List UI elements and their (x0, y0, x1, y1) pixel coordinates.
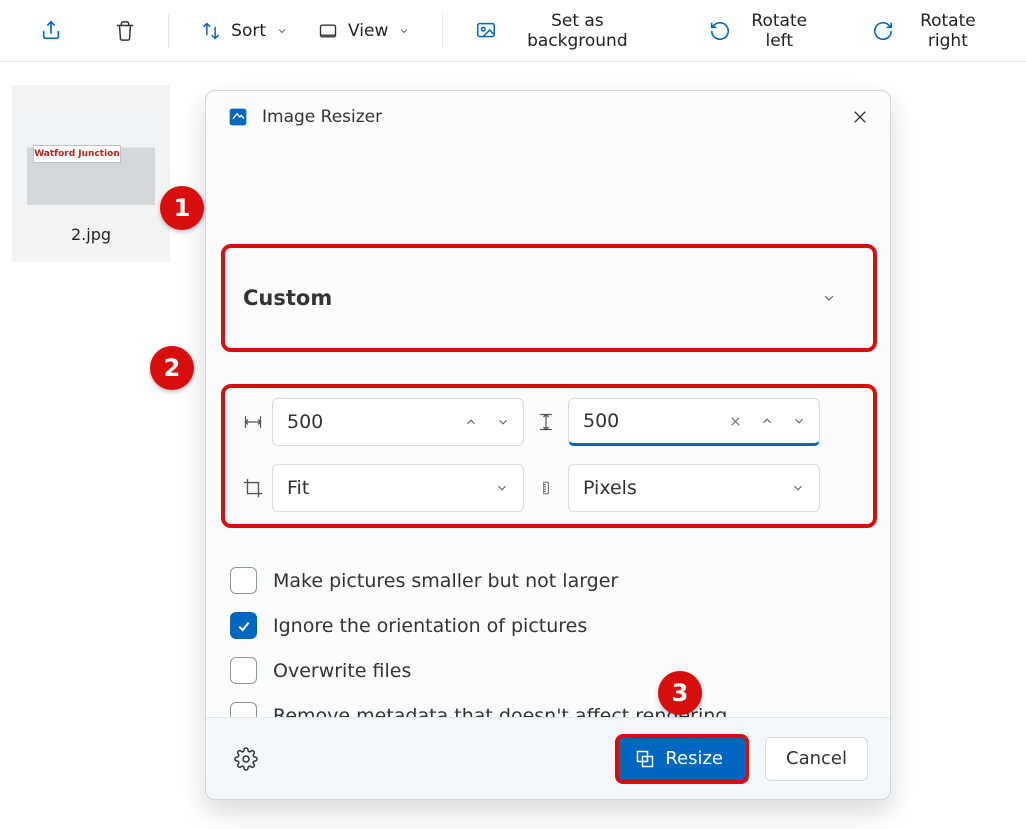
width-decrement[interactable] (487, 406, 519, 438)
chevron-down-icon (276, 25, 288, 37)
set-background-button[interactable]: Set as background (463, 5, 659, 57)
annotation-badge-2: 2 (150, 346, 194, 390)
chevron-down-icon (398, 25, 410, 37)
options-checklist: Make pictures smaller but not larger Ign… (230, 567, 866, 729)
thumbnail-area: Watford Junction 2.jpg (12, 85, 170, 262)
preset-dropdown[interactable]: Custom (241, 259, 855, 337)
fit-select[interactable]: Fit (272, 464, 524, 512)
cancel-button[interactable]: Cancel (765, 737, 868, 781)
option-overwrite[interactable]: Overwrite files (230, 657, 866, 684)
width-icon (234, 412, 272, 432)
rotate-right-icon (872, 20, 894, 42)
height-input[interactable]: 500 (568, 398, 820, 446)
delete-icon[interactable] (102, 14, 148, 48)
sort-label: Sort (231, 21, 266, 41)
view-icon (318, 21, 338, 41)
resize-button[interactable]: Resize (615, 734, 749, 784)
checkbox-overwrite[interactable] (230, 657, 257, 684)
option-overwrite-label: Overwrite files (273, 660, 411, 682)
dialog-title: Image Resizer (262, 107, 382, 127)
option-smaller-label: Make pictures smaller but not larger (273, 570, 618, 592)
image-thumbnail[interactable]: Watford Junction 2.jpg (12, 85, 170, 262)
view-label: View (348, 21, 388, 41)
option-orientation[interactable]: Ignore the orientation of pictures (230, 612, 866, 639)
width-value: 500 (287, 411, 455, 433)
crop-icon (234, 477, 272, 499)
fit-unit-row: Fit Pixels (234, 464, 870, 512)
cancel-label: Cancel (786, 748, 847, 769)
settings-button[interactable] (228, 741, 264, 777)
dialog-titlebar: Image Resizer (206, 91, 890, 143)
image-resizer-dialog: Image Resizer Custom 500 500 (205, 90, 891, 800)
app-icon (228, 107, 248, 127)
sort-icon (201, 21, 221, 41)
rotate-right-button[interactable]: Rotate right (860, 5, 1004, 57)
width-input[interactable]: 500 (272, 398, 524, 446)
option-orientation-label: Ignore the orientation of pictures (273, 615, 587, 637)
height-value: 500 (583, 410, 719, 432)
toolbar-divider (442, 14, 443, 48)
toolbar-divider (168, 14, 169, 48)
annotation-badge-1: 1 (160, 186, 204, 230)
chevron-down-icon (791, 481, 805, 495)
preset-label: Custom (243, 286, 332, 310)
height-increment[interactable] (751, 405, 783, 437)
width-increment[interactable] (455, 406, 487, 438)
ruler-icon (524, 476, 568, 500)
annotation-badge-3: 3 (658, 671, 702, 715)
height-decrement[interactable] (783, 405, 815, 437)
rotate-left-button[interactable]: Rotate left (697, 5, 830, 57)
thumbnail-image: Watford Junction (27, 109, 155, 205)
rotate-right-label: Rotate right (904, 11, 992, 51)
resize-icon (635, 749, 655, 769)
dimensions-row: 500 500 (234, 398, 870, 446)
sort-button[interactable]: Sort (189, 15, 300, 47)
toolbar: Sort View Set as background Rotate left … (0, 0, 1026, 62)
close-button[interactable] (844, 101, 876, 133)
dialog-footer: Resize Cancel (206, 717, 890, 799)
option-smaller[interactable]: Make pictures smaller but not larger (230, 567, 866, 594)
view-button[interactable]: View (306, 15, 422, 47)
chevron-down-icon (495, 481, 509, 495)
chevron-down-icon (821, 290, 837, 306)
share-icon[interactable] (28, 14, 74, 48)
checkbox-smaller[interactable] (230, 567, 257, 594)
thumbnail-sign-text: Watford Junction (33, 145, 121, 163)
resize-label: Resize (665, 748, 723, 769)
rotate-left-icon (709, 20, 731, 42)
set-bg-label: Set as background (507, 11, 647, 51)
thumbnail-caption: 2.jpg (71, 225, 111, 244)
rotate-left-label: Rotate left (741, 11, 818, 51)
background-icon (475, 20, 497, 42)
unit-label: Pixels (583, 477, 637, 499)
fit-label: Fit (287, 477, 309, 499)
height-icon (524, 410, 568, 434)
unit-select[interactable]: Pixels (568, 464, 820, 512)
height-clear[interactable] (719, 405, 751, 437)
checkbox-orientation[interactable] (230, 612, 257, 639)
